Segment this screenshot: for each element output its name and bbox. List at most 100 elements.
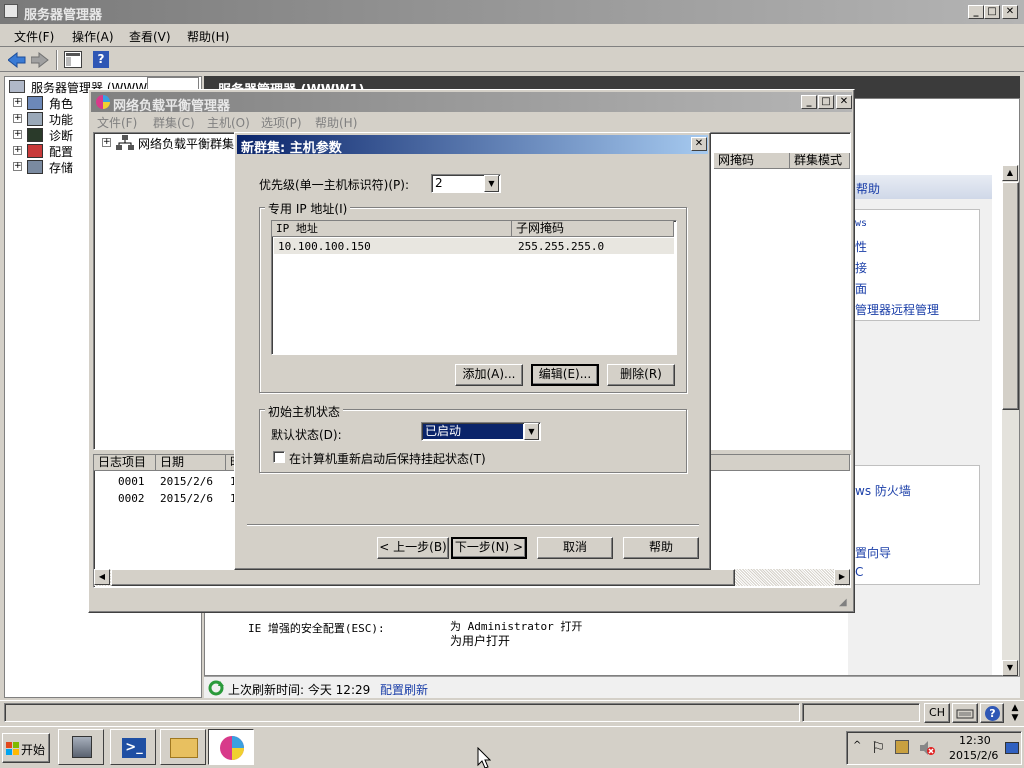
table-row[interactable]: 0002 2015/2/6 1: [94, 490, 244, 507]
minimize-button[interactable]: _: [968, 5, 984, 19]
expand-icon[interactable]: +: [13, 130, 22, 139]
link-2[interactable]: 性: [855, 238, 867, 255]
powershell-icon: >_: [122, 738, 146, 758]
resize-grip-icon[interactable]: ◢: [839, 597, 847, 608]
nlb-list-header: 网掩码 群集模式: [714, 153, 850, 170]
add-ip-button[interactable]: 添加(A)...: [455, 364, 523, 386]
scroll-down-button[interactable]: ▼: [1002, 660, 1018, 676]
start-button[interactable]: 开始: [2, 733, 50, 763]
folder-icon: [170, 738, 198, 758]
ime-help-icon[interactable]: ?: [980, 703, 1004, 723]
refresh-icon[interactable]: [208, 680, 224, 699]
nlb-close-button[interactable]: ✕: [836, 95, 852, 109]
tray-chevron-icon[interactable]: ^: [853, 740, 861, 751]
maximize-button[interactable]: □: [984, 5, 1000, 19]
menu-action[interactable]: 操作(A): [72, 28, 114, 45]
ip-header-address[interactable]: IP 地址: [272, 221, 512, 237]
help-button[interactable]: 帮助: [623, 537, 699, 559]
priority-select[interactable]: 2 ▼: [431, 174, 501, 193]
suspend-checkbox-label[interactable]: 在计算机重新启动后保持挂起状态(T): [289, 450, 486, 467]
expand-icon[interactable]: +: [13, 98, 22, 107]
dialog-close-button[interactable]: ✕: [691, 137, 707, 151]
expand-icon[interactable]: +: [13, 114, 22, 123]
forward-arrow-icon[interactable]: [30, 51, 49, 71]
log-hscroll[interactable]: ◀ ▶: [94, 569, 850, 586]
main-statusbar: [0, 700, 1024, 724]
menu-help[interactable]: 帮助(H): [187, 28, 229, 45]
main-titlebar[interactable]: 服务器管理器 _ □ ✕: [0, 0, 1024, 24]
taskbar-server-manager-button[interactable]: [58, 729, 104, 765]
windows-logo-icon: [6, 742, 20, 759]
expand-icon[interactable]: +: [13, 146, 22, 155]
expand-icon[interactable]: +: [13, 162, 22, 171]
language-indicator[interactable]: CH: [924, 703, 950, 723]
expand-icon[interactable]: +: [102, 138, 111, 147]
dialog-titlebar[interactable]: 新群集: 主机参数 ✕: [237, 135, 708, 156]
table-row[interactable]: 10.100.100.150 255.255.255.0: [274, 238, 674, 254]
flag-icon[interactable]: ⚐: [871, 738, 885, 757]
nlb-minimize-button[interactable]: _: [801, 95, 817, 109]
log-header-rest: [706, 455, 850, 471]
server-manager-small-icon: [9, 80, 25, 93]
show-desktop-icon[interactable]: [1005, 742, 1019, 754]
link-wizard[interactable]: 置向导: [855, 544, 891, 561]
show-hide-tree-icon[interactable]: [64, 51, 82, 68]
clock-time[interactable]: 12:30: [959, 734, 991, 747]
nlb-menu-help[interactable]: 帮助(H): [315, 114, 357, 131]
close-button[interactable]: ✕: [1002, 5, 1018, 19]
nlb-app-icon: [95, 94, 111, 113]
list-header-cluster-mode[interactable]: 群集模式: [790, 153, 850, 169]
scroll-thumb[interactable]: [1002, 182, 1019, 410]
link-4[interactable]: 面: [855, 280, 867, 297]
chevron-down-icon[interactable]: ▼: [484, 175, 499, 192]
suspend-checkbox[interactable]: [273, 451, 285, 463]
link-firewall[interactable]: ws 防火墙: [855, 482, 911, 499]
nlb-titlebar[interactable]: 网络负载平衡管理器 _ □ ✕: [91, 92, 852, 114]
log-header-date[interactable]: 日期: [156, 455, 226, 471]
nlb-menu-options[interactable]: 选项(P): [261, 114, 302, 131]
edit-ip-button[interactable]: 编辑(E)...: [531, 364, 599, 386]
server-manager-icon: [4, 4, 18, 18]
menu-view[interactable]: 查看(V): [129, 28, 171, 45]
ip-listview[interactable]: IP 地址 子网掩码 10.100.100.150 255.255.255.0: [271, 220, 677, 355]
ime-options-icon[interactable]: ▲ ▼: [1008, 703, 1022, 723]
scroll-up-button[interactable]: ▲: [1002, 165, 1018, 181]
link-1[interactable]: ws: [855, 218, 867, 229]
table-row[interactable]: 0001 2015/2/6 1: [94, 473, 244, 490]
help-question-icon[interactable]: ?: [93, 51, 109, 68]
keyboard-icon[interactable]: [952, 703, 978, 723]
next-button[interactable]: 下一步(N) >: [451, 537, 527, 559]
log-header-id[interactable]: 日志项目: [94, 455, 156, 471]
link-c[interactable]: C: [855, 565, 863, 579]
link-remote-mgmt[interactable]: 管理器远程管理: [855, 301, 939, 318]
cancel-button[interactable]: 取消: [537, 537, 613, 559]
default-state-select[interactable]: 已启动 ▼: [421, 422, 541, 441]
scroll-left-button[interactable]: ◀: [94, 569, 110, 585]
taskbar-nlb-button[interactable]: [208, 729, 254, 765]
remove-ip-button[interactable]: 删除(R): [607, 364, 675, 386]
ip-header-mask[interactable]: 子网掩码: [512, 221, 674, 237]
link-3[interactable]: 接: [855, 259, 867, 276]
scroll-right-button[interactable]: ▶: [834, 569, 850, 585]
taskbar-powershell-button[interactable]: >_: [110, 729, 156, 765]
default-state-value: 已启动: [423, 424, 523, 439]
content-vscroll[interactable]: ▲ ▼: [1002, 165, 1019, 676]
roles-icon: [27, 96, 43, 110]
nlb-menu-host[interactable]: 主机(O): [207, 114, 250, 131]
nlb-menu-file[interactable]: 文件(F): [97, 114, 137, 131]
volume-muted-icon[interactable]: [919, 740, 935, 759]
clock-date[interactable]: 2015/2/6: [949, 749, 998, 762]
back-button[interactable]: < 上一步(B): [377, 537, 449, 559]
list-header-netmask[interactable]: 网掩码: [714, 153, 790, 169]
nlb-maximize-button[interactable]: □: [818, 95, 834, 109]
hscroll-thumb[interactable]: [111, 569, 735, 586]
taskbar: 开始 >_ ^ ⚐ 12:30 2015/2/6: [0, 726, 1024, 768]
taskbar-explorer-button[interactable]: [160, 729, 206, 765]
chevron-down-icon[interactable]: ▼: [524, 423, 539, 440]
nlb-menu-cluster[interactable]: 群集(C): [153, 114, 195, 131]
start-label: 开始: [21, 743, 46, 757]
back-arrow-icon[interactable]: [7, 51, 26, 71]
menu-file[interactable]: 文件(F): [14, 28, 54, 45]
configure-refresh-link[interactable]: 配置刷新: [380, 681, 428, 698]
network-tray-icon[interactable]: [895, 740, 909, 754]
